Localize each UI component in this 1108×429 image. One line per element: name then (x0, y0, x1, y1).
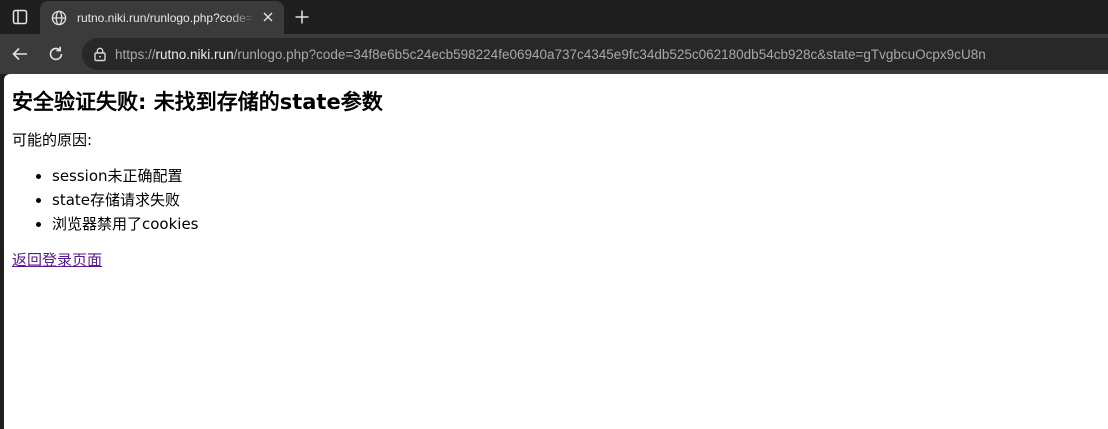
error-page: 安全验证失败: 未找到存储的state参数 可能的原因: session未正确配… (4, 88, 1108, 270)
site-info-icon[interactable] (90, 44, 110, 64)
address-bar[interactable]: https://rutno.niki.run/runlogo.php?code=… (82, 38, 1108, 70)
url-host: rutno.niki.run (155, 46, 234, 62)
tab-actions-icon[interactable] (8, 6, 32, 28)
browser-toolbar: https://rutno.niki.run/runlogo.php?code=… (0, 34, 1108, 74)
plus-icon[interactable] (290, 5, 314, 29)
reason-list: session未正确配置 state存储请求失败 浏览器禁用了cookies (12, 164, 1100, 236)
tab-strip: rutno.niki.run/runlogo.php?code=34f8e6b5… (0, 0, 1108, 34)
globe-icon (50, 9, 68, 27)
list-item: session未正确配置 (52, 164, 1100, 188)
back-link-wrapper: 返回登录页面 (12, 250, 1100, 270)
page-viewport: 安全验证失败: 未找到存储的state参数 可能的原因: session未正确配… (4, 74, 1108, 429)
address-url: https://rutno.niki.run/runlogo.php?code=… (115, 47, 986, 62)
list-item: state存储请求失败 (52, 188, 1100, 212)
reload-icon[interactable] (44, 42, 68, 66)
reason-intro: 可能的原因: (12, 131, 93, 149)
browser-tab[interactable]: rutno.niki.run/runlogo.php?code=34f8e6b5… (40, 1, 284, 34)
tab-title: rutno.niki.run/runlogo.php?code=34f8e6b5… (77, 10, 255, 25)
back-to-login-link[interactable]: 返回登录页面 (12, 251, 102, 269)
page-title: 安全验证失败: 未找到存储的state参数 (12, 90, 383, 114)
list-item: 浏览器禁用了cookies (52, 212, 1100, 236)
url-scheme: https:// (115, 46, 156, 62)
url-path: /runlogo.php?code=34f8e6b5c24ecb598224fe… (233, 46, 986, 62)
close-icon[interactable] (260, 9, 276, 25)
back-arrow-icon[interactable] (8, 42, 32, 66)
